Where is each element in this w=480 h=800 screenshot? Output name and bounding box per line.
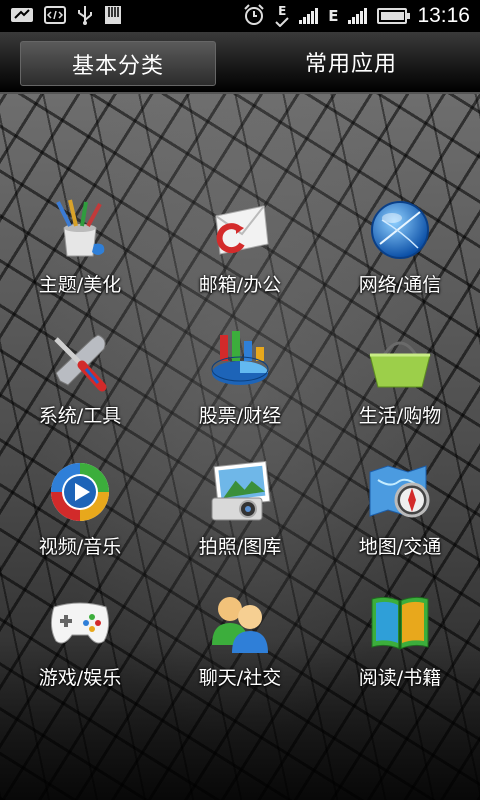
alarm-icon [243, 3, 265, 29]
paintbrush-cup-icon [48, 198, 112, 262]
edge-icon-2: E [328, 6, 339, 25]
map-compass-icon [368, 460, 432, 524]
category-reading-books[interactable]: 阅读/书籍 [320, 583, 480, 714]
category-label: 地图/交通 [358, 536, 442, 558]
category-chat-social[interactable]: 聊天/社交 [160, 583, 320, 714]
tab-common-apps[interactable]: 常用应用 [222, 32, 480, 92]
tab-bar: 基本分类 常用应用 [0, 32, 480, 94]
camera-photo-icon [208, 460, 272, 524]
category-life-shopping[interactable]: 生活/购物 [320, 321, 480, 452]
gamepad-icon [48, 591, 112, 655]
globe-network-icon [368, 198, 432, 262]
code-icon [44, 5, 66, 27]
battery-icon [377, 8, 411, 24]
screwdriver-wrench-icon [48, 329, 112, 393]
usb-icon [76, 5, 94, 28]
category-label: 网络/通信 [358, 274, 442, 296]
category-map-transport[interactable]: 地图/交通 [320, 452, 480, 583]
category-label: 主题/美化 [38, 274, 122, 296]
category-system-tools[interactable]: 系统/工具 [0, 321, 160, 452]
category-label: 拍照/图库 [198, 536, 282, 558]
clock: 13:16 [417, 4, 470, 27]
notification-icon [10, 6, 34, 27]
signal-icon-1 [299, 8, 319, 24]
category-label: 生活/购物 [358, 405, 442, 427]
category-label: 游戏/娱乐 [38, 667, 122, 689]
category-theme[interactable]: 主题/美化 [0, 190, 160, 321]
shopping-basket-icon [368, 329, 432, 393]
pie-bar-chart-icon [208, 329, 272, 393]
status-bar: E E 13:16 [0, 0, 480, 32]
category-label: 视频/音乐 [38, 536, 122, 558]
category-grid: 主题/美化 邮箱/办公 网络/通信 系统/工具 股票/财经 生活/购物 视频/音… [0, 190, 480, 714]
mail-envelope-icon [208, 198, 272, 262]
edge-data-icon: E [275, 5, 289, 27]
category-label: 系统/工具 [38, 405, 122, 427]
category-network[interactable]: 网络/通信 [320, 190, 480, 321]
category-label: 阅读/书籍 [358, 667, 442, 689]
category-label: 股票/财经 [198, 405, 282, 427]
signal-icon-2 [348, 8, 368, 24]
category-stocks-finance[interactable]: 股票/财经 [160, 321, 320, 452]
chat-users-icon [208, 591, 272, 655]
category-games-entertainment[interactable]: 游戏/娱乐 [0, 583, 160, 714]
book-icon [368, 591, 432, 655]
category-mail[interactable]: 邮箱/办公 [160, 190, 320, 321]
tab-basic-categories[interactable]: 基本分类 [20, 41, 216, 86]
category-camera-gallery[interactable]: 拍照/图库 [160, 452, 320, 583]
category-video-music[interactable]: 视频/音乐 [0, 452, 160, 583]
category-label: 邮箱/办公 [198, 274, 282, 296]
media-play-icon [48, 460, 112, 524]
sd-card-icon [104, 5, 122, 28]
category-label: 聊天/社交 [198, 667, 282, 689]
